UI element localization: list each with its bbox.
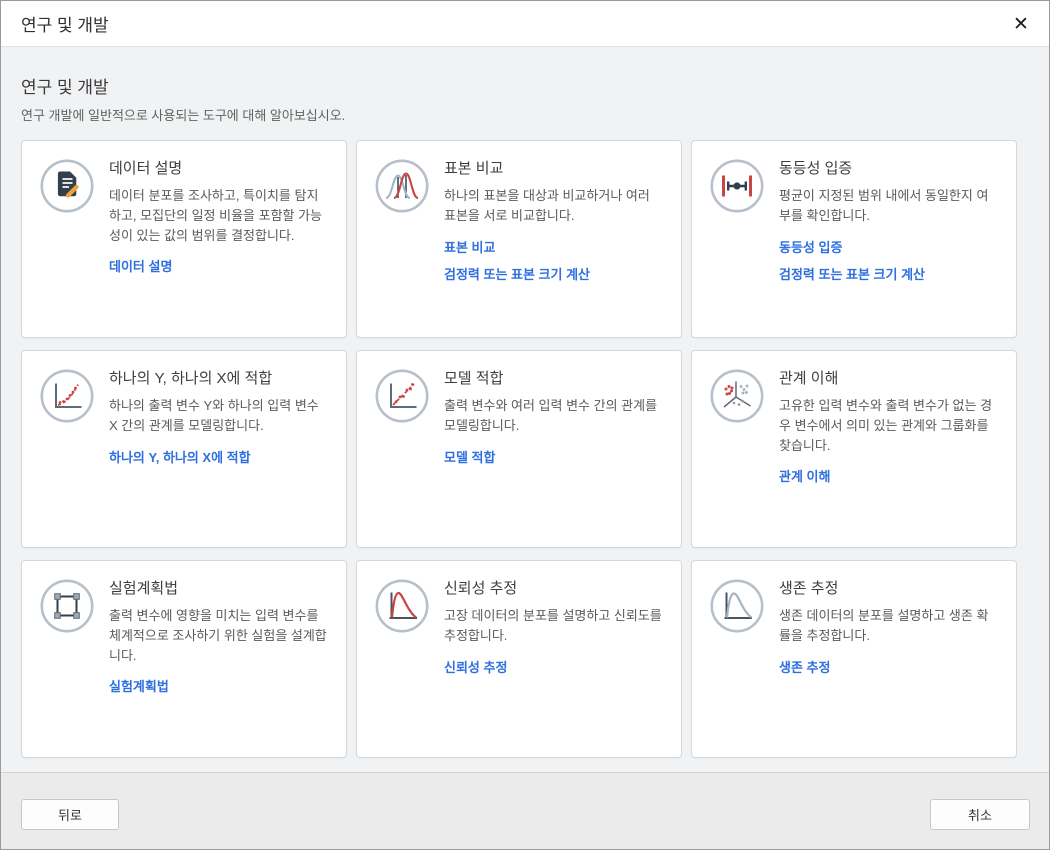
link-power-sample-size[interactable]: 검정력 또는 표본 크기 계산 — [444, 267, 665, 283]
card-links: 표본 비교 검정력 또는 표본 크기 계산 — [444, 240, 665, 283]
link-compare-samples[interactable]: 표본 비교 — [444, 240, 665, 256]
card-links: 데이터 설명 — [109, 259, 330, 275]
card-description: 하나의 출력 변수 Y와 하나의 입력 변수 X 간의 관계를 모델링합니다. — [109, 396, 330, 436]
card-title: 하나의 Y, 하나의 X에 적합 — [109, 367, 330, 388]
card-doe: 실험계획법 출력 변수에 영향을 미치는 입력 변수를 체계적으로 조사하기 위… — [21, 560, 347, 758]
card-body: 동등성 입증 평균이 지정된 범위 내에서 동일한지 여부를 확인합니다. 동등… — [779, 156, 1000, 283]
card-understand-relationships: 관계 이해 고유한 입력 변수와 출력 변수가 없는 경우 변수에서 의미 있는… — [691, 350, 1017, 548]
card-title: 데이터 설명 — [109, 157, 330, 178]
card-description: 하나의 표본을 대상과 비교하거나 여러 표본을 서로 비교합니다. — [444, 186, 665, 226]
card-links: 실험계획법 — [109, 679, 330, 695]
card-describe-data: 데이터 설명 데이터 분포를 조사하고, 특이치를 탐지하고, 모집단의 일정 … — [21, 140, 347, 338]
3d-scatter-icon — [709, 368, 765, 424]
card-body: 모델 적합 출력 변수와 여러 입력 변수 간의 관계를 모델링합니다. 모델 … — [444, 366, 665, 465]
card-estimate-reliability: 신뢰성 추정 고장 데이터의 분포를 설명하고 신뢰도를 추정합니다. 신뢰성 … — [356, 560, 682, 758]
card-links: 신뢰성 추정 — [444, 660, 665, 676]
line-fit-scatter-icon — [374, 368, 430, 424]
card-description: 생존 데이터의 분포를 설명하고 생존 확률을 추정합니다. — [779, 606, 1000, 646]
card-compare-samples: 표본 비교 하나의 표본을 대상과 비교하거나 여러 표본을 서로 비교합니다.… — [356, 140, 682, 338]
back-button[interactable]: 뒤로 — [21, 799, 119, 830]
card-links: 하나의 Y, 하나의 X에 적합 — [109, 450, 330, 466]
card-links: 생존 추정 — [779, 660, 1000, 676]
link-power-sample-size[interactable]: 검정력 또는 표본 크기 계산 — [779, 267, 1000, 283]
card-fit-one-y-one-x: 하나의 Y, 하나의 X에 적합 하나의 출력 변수 Y와 하나의 입력 변수 … — [21, 350, 347, 548]
link-fit-one-y-one-x[interactable]: 하나의 Y, 하나의 X에 적합 — [109, 450, 330, 466]
page-title: 연구 및 개발 — [21, 73, 1029, 98]
card-body: 생존 추정 생존 데이터의 분포를 설명하고 생존 확률을 추정합니다. 생존 … — [779, 576, 1000, 675]
survival-distribution-icon — [709, 578, 765, 634]
card-title: 모델 적합 — [444, 367, 665, 388]
content-area: 연구 및 개발 연구 개발에 일반적으로 사용되는 도구에 대해 알아보십시오. — [1, 47, 1049, 772]
equivalence-interval-icon — [709, 158, 765, 214]
overlapping-distributions-icon — [374, 158, 430, 214]
link-understand-relationships[interactable]: 관계 이해 — [779, 469, 1000, 485]
tool-cards-grid: 데이터 설명 데이터 분포를 조사하고, 특이치를 탐지하고, 모집단의 일정 … — [21, 140, 1029, 758]
card-links: 동등성 입증 검정력 또는 표본 크기 계산 — [779, 240, 1000, 283]
titlebar: 연구 및 개발 ✕ — [1, 1, 1049, 47]
card-description: 고유한 입력 변수와 출력 변수가 없는 경우 변수에서 의미 있는 관계와 그… — [779, 396, 1000, 455]
card-estimate-survival: 생존 추정 생존 데이터의 분포를 설명하고 생존 확률을 추정합니다. 생존 … — [691, 560, 1017, 758]
document-pencil-icon — [39, 158, 95, 214]
card-description: 고장 데이터의 분포를 설명하고 신뢰도를 추정합니다. — [444, 606, 665, 646]
link-prove-equivalence[interactable]: 동등성 입증 — [779, 240, 1000, 256]
card-fit-model: 모델 적합 출력 변수와 여러 입력 변수 간의 관계를 모델링합니다. 모델 … — [356, 350, 682, 548]
card-body: 실험계획법 출력 변수에 영향을 미치는 입력 변수를 체계적으로 조사하기 위… — [109, 576, 330, 695]
card-links: 모델 적합 — [444, 450, 665, 466]
card-body: 하나의 Y, 하나의 X에 적합 하나의 출력 변수 Y와 하나의 입력 변수 … — [109, 366, 330, 465]
card-links: 관계 이해 — [779, 469, 1000, 485]
link-describe-data[interactable]: 데이터 설명 — [109, 259, 330, 275]
card-title: 표본 비교 — [444, 157, 665, 178]
card-description: 출력 변수에 영향을 미치는 입력 변수를 체계적으로 조사하기 위한 실험을 … — [109, 606, 330, 665]
doe-square-icon — [39, 578, 95, 634]
card-prove-equivalence: 동등성 입증 평균이 지정된 범위 내에서 동일한지 여부를 확인합니다. 동등… — [691, 140, 1017, 338]
footer: 뒤로 취소 — [1, 772, 1049, 849]
curve-fit-scatter-icon — [39, 368, 95, 424]
card-description: 출력 변수와 여러 입력 변수 간의 관계를 모델링합니다. — [444, 396, 665, 436]
link-estimate-reliability[interactable]: 신뢰성 추정 — [444, 660, 665, 676]
link-estimate-survival[interactable]: 생존 추정 — [779, 660, 1000, 676]
link-doe[interactable]: 실험계획법 — [109, 679, 330, 695]
cancel-button[interactable]: 취소 — [930, 799, 1030, 830]
close-icon[interactable]: ✕ — [1005, 9, 1037, 39]
window-title: 연구 및 개발 — [1, 11, 109, 36]
card-title: 실험계획법 — [109, 577, 330, 598]
card-description: 데이터 분포를 조사하고, 특이치를 탐지하고, 모집단의 일정 비율을 포함할… — [109, 186, 330, 245]
card-description: 평균이 지정된 범위 내에서 동일한지 여부를 확인합니다. — [779, 186, 1000, 226]
card-body: 관계 이해 고유한 입력 변수와 출력 변수가 없는 경우 변수에서 의미 있는… — [779, 366, 1000, 485]
card-body: 표본 비교 하나의 표본을 대상과 비교하거나 여러 표본을 서로 비교합니다.… — [444, 156, 665, 283]
research-development-dialog: 연구 및 개발 ✕ 연구 및 개발 연구 개발에 일반적으로 사용되는 도구에 … — [0, 0, 1050, 850]
link-fit-model[interactable]: 모델 적합 — [444, 450, 665, 466]
card-body: 신뢰성 추정 고장 데이터의 분포를 설명하고 신뢰도를 추정합니다. 신뢰성 … — [444, 576, 665, 675]
page-subtitle: 연구 개발에 일반적으로 사용되는 도구에 대해 알아보십시오. — [21, 105, 1029, 124]
card-body: 데이터 설명 데이터 분포를 조사하고, 특이치를 탐지하고, 모집단의 일정 … — [109, 156, 330, 275]
card-title: 동등성 입증 — [779, 157, 1000, 178]
card-title: 생존 추정 — [779, 577, 1000, 598]
card-title: 관계 이해 — [779, 367, 1000, 388]
card-title: 신뢰성 추정 — [444, 577, 665, 598]
failure-distribution-icon — [374, 578, 430, 634]
